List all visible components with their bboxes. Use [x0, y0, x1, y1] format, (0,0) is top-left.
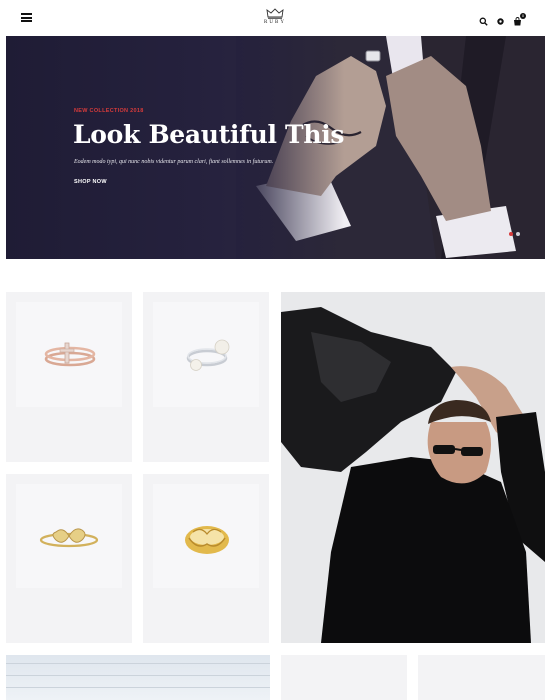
header-icons: 0	[479, 13, 527, 26]
slider-dot-1[interactable]	[509, 232, 513, 236]
logo[interactable]: RUBY	[258, 8, 292, 25]
blind-slat	[6, 663, 270, 664]
hero-banner: NEW COLLECTION 2018 Look Beautiful This …	[6, 36, 545, 259]
gold-twisted-ring-image	[185, 526, 229, 554]
slider-dots	[509, 232, 520, 236]
logo-text: RUBY	[264, 20, 286, 25]
cart-count-badge: 0	[520, 13, 526, 19]
product-tile-bottom-1[interactable]	[281, 655, 407, 700]
user-icon[interactable]	[496, 13, 505, 25]
gold-infinity-ring-image	[39, 528, 99, 548]
rose-gold-ring-image	[44, 342, 96, 367]
cart-icon[interactable]: 0	[513, 13, 527, 26]
hero-subtitle: Eodem modo typi, qui nunc nobis videntur…	[74, 159, 274, 165]
blind-slat	[6, 675, 270, 676]
product-tile-gold-infinity-ring[interactable]	[6, 474, 132, 643]
featured-model-image[interactable]	[281, 292, 545, 643]
hamburger-menu-icon[interactable]	[21, 13, 32, 22]
slider-dot-2[interactable]	[516, 232, 520, 236]
search-icon[interactable]	[479, 13, 488, 26]
man-leather-jacket-image	[281, 292, 545, 643]
hero-collection-tag: NEW COLLECTION 2018	[74, 108, 144, 114]
silver-pearl-ring-image	[186, 339, 230, 371]
product-tile-rose-gold-ring[interactable]	[6, 292, 132, 462]
blind-slat	[6, 687, 270, 688]
crown-icon	[266, 8, 284, 19]
bottom-banner-image[interactable]	[6, 655, 270, 700]
product-tile-gold-twisted-ring[interactable]	[143, 474, 269, 643]
site-header: RUBY 0	[0, 0, 550, 36]
shop-now-button[interactable]: SHOP NOW	[74, 179, 107, 185]
product-tile-bottom-2[interactable]	[418, 655, 545, 700]
hero-title: Look Beautiful This	[73, 120, 345, 149]
product-tile-silver-pearl-ring[interactable]	[143, 292, 269, 462]
